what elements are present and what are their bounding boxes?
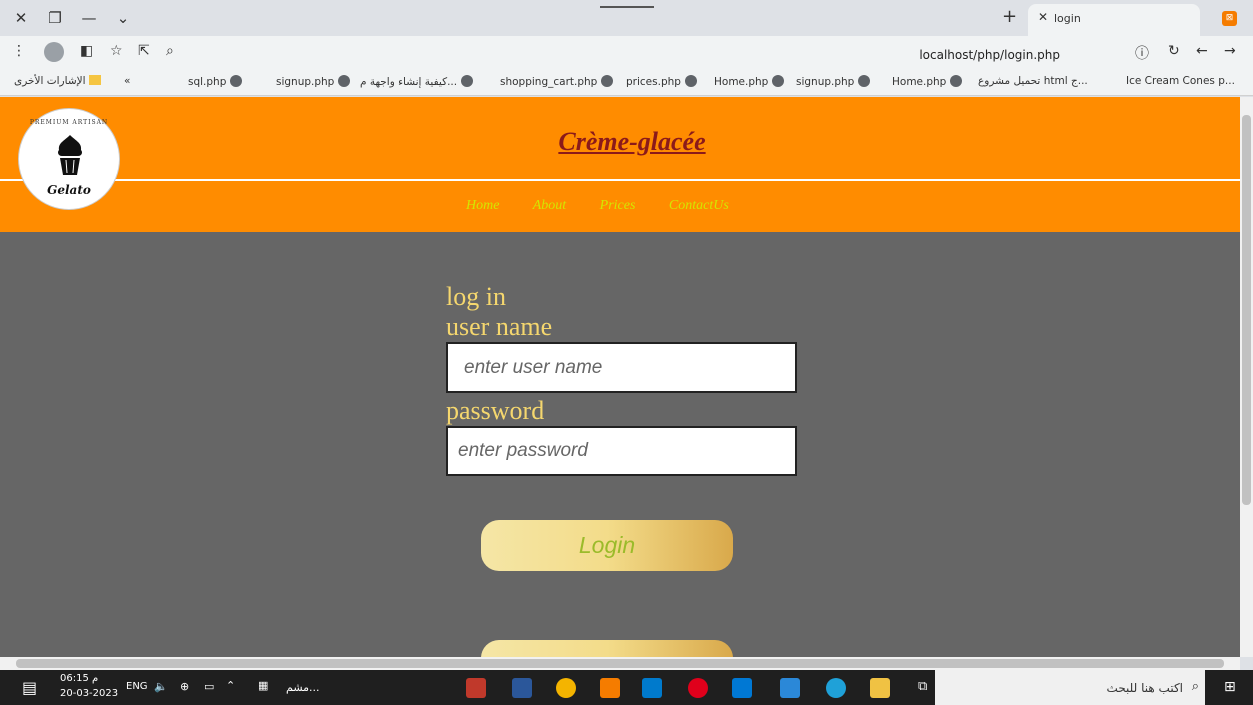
tab-login[interactable]: ✕ login [1028,4,1200,36]
window-restore-icon[interactable]: ❐ [42,6,68,30]
window-close-icon[interactable]: ✕ [8,6,34,30]
url-box[interactable]: localhost/php/login.php [200,40,1160,64]
word-icon[interactable] [512,678,532,698]
address-bar: ⋮ ◧ ☆ ⇱ ⌕ localhost/php/login.php ⓘ ↻ ← … [0,36,1253,68]
bookmark-item[interactable]: signup.php [796,75,871,88]
news-widget-label[interactable]: مشم... [286,681,320,694]
nav-home[interactable]: Home [466,198,499,213]
header-divider [0,179,1240,181]
volume-icon[interactable]: 🔈 [154,680,168,693]
globe-icon [230,75,243,87]
new-tab-button[interactable]: + [1002,6,1017,27]
horizontal-scrollbar-thumb[interactable] [16,659,1224,668]
tab-divider [600,6,654,8]
main-nav: Home About Prices ContactUs [466,198,759,214]
site-header: PREMIUM ARTISAN Gelato Crème-glacée Home… [0,97,1240,232]
side-panel-icon[interactable]: ◧ [80,43,93,59]
task-view-icon[interactable]: ⧉ [918,679,927,694]
window-minimize-icon[interactable]: — [76,6,102,30]
password-label: password [446,396,545,425]
login-button[interactable]: Login [481,520,733,571]
more-bookmarks-icon[interactable]: « [124,75,130,87]
windows-start-icon[interactable]: ⊞ [1224,679,1236,695]
search-icon: ⌕ [1191,679,1199,694]
vscode-icon[interactable] [642,678,662,698]
profile-avatar[interactable] [44,42,64,62]
vertical-scrollbar-thumb[interactable] [1242,115,1251,505]
vertical-scrollbar[interactable] [1240,97,1253,657]
browser-tab-bar: ✕ ❐ — ⌄ + ✕ login ⊠ [0,0,1253,36]
opera-icon[interactable] [688,678,708,698]
bookmarks-bar: الإشارات الأخرى « sql.php signup.php كيف… [0,68,1253,96]
language-indicator[interactable]: ENG [126,681,148,692]
globe-icon [858,75,871,87]
password-input[interactable] [446,426,797,476]
clock-date[interactable]: 20-03-2023 [60,688,118,699]
nav-about[interactable]: About [533,198,566,213]
bookmark-item[interactable]: Home.php [714,75,785,88]
bookmark-item[interactable]: sql.php [188,75,243,88]
taskbar-search-placeholder[interactable]: اكتب هنا للبحث [1107,681,1183,695]
snipping-tool-icon[interactable] [466,678,486,698]
tab-close-icon[interactable]: ✕ [1038,10,1048,24]
login-form: log in user name password [446,282,806,476]
nav-prices[interactable]: Prices [600,198,636,213]
battery-icon[interactable]: ▭ [204,680,214,693]
page-viewport: PREMIUM ARTISAN Gelato Crème-glacée Home… [0,97,1240,657]
news-widget-icon[interactable]: ▦ [258,679,268,692]
nav-contactus[interactable]: ContactUs [669,198,729,213]
bookmark-item[interactable]: signup.php [276,75,351,88]
back-icon[interactable]: ← [1196,43,1208,59]
bookmark-item[interactable]: كيفية إنشاء واجهة م... [360,75,474,88]
star-icon[interactable]: ☆ [110,43,123,59]
clock-time[interactable]: 06:15 م [60,673,98,684]
tab-title: login [1054,12,1081,25]
menu-icon[interactable]: ⋮ [12,43,26,59]
globe-icon [601,75,614,87]
windows-taskbar: ▤ 06:15 م 20-03-2023 ENG 🔈 ⊕ ▭ ⌃ ▦ مشم..… [0,670,1253,705]
file-explorer-icon[interactable] [870,678,890,698]
secondary-button[interactable] [481,640,733,657]
chrome-icon[interactable] [556,678,576,698]
horizontal-scrollbar[interactable] [0,657,1240,670]
username-label: user name [446,312,553,341]
bookmark-item[interactable]: Home.php [892,75,963,88]
reload-icon[interactable]: ↻ [1168,43,1180,59]
store-icon[interactable] [780,678,800,698]
logo-top-text: PREMIUM ARTISAN [29,119,109,126]
bookmark-item[interactable]: prices.php [626,75,697,88]
globe-icon [772,75,785,87]
xampp-icon[interactable] [600,678,620,698]
bookmark-item[interactable]: shopping_cart.php [500,75,614,88]
site-info-icon[interactable]: ⓘ [1135,43,1149,63]
tab-search-icon[interactable]: ⌄ [110,6,136,30]
notification-icon[interactable]: ▤ [22,678,37,697]
username-input[interactable] [446,342,797,393]
xampp-favicon-icon: ⊠ [1222,11,1237,26]
mail-icon[interactable] [732,678,752,698]
globe-icon [461,75,474,87]
globe-icon [338,75,351,87]
edge-icon[interactable] [826,678,846,698]
share-icon[interactable]: ⇱ [138,43,150,59]
zoom-icon[interactable]: ⌕ [166,43,174,59]
logo-word: Gelato [47,183,91,197]
form-heading: log in [446,282,506,311]
site-title[interactable]: Crème-glacée [0,127,1240,157]
network-icon[interactable]: ⊕ [180,680,189,693]
gelato-logo[interactable]: PREMIUM ARTISAN Gelato [18,108,120,210]
forward-icon[interactable]: → [1224,43,1236,59]
taskbar-search[interactable]: اكتب هنا للبحث ⌕ [935,670,1205,705]
globe-icon [950,75,963,87]
url-text[interactable]: localhost/php/login.php [919,48,1060,62]
other-bookmarks[interactable]: الإشارات الأخرى [14,75,101,87]
bookmark-item[interactable]: Ice Cream Cones p... [1126,75,1235,87]
chevron-up-icon[interactable]: ⌃ [226,679,235,692]
bookmark-item[interactable]: تحميل مشروع html ج... [978,75,1088,87]
globe-icon [684,75,697,87]
